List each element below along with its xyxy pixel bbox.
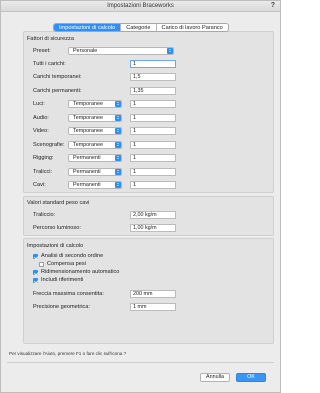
auto-resize-label: Ridimensionamento automatico [41, 269, 120, 275]
category-type-select[interactable]: Permanenti [68, 168, 122, 176]
title-bar: Impostazioni Braceworks ? [1, 1, 280, 12]
category-factor-field[interactable]: 1 [130, 154, 176, 162]
all-loads-field[interactable]: 1 [130, 60, 176, 68]
max-deflection-field[interactable]: 200 mm [130, 290, 176, 298]
category-type-select[interactable]: Temporanee [68, 127, 122, 135]
category-type-select[interactable]: Temporanee [68, 114, 122, 122]
tab-calc-settings[interactable]: Impostazioni di calcolo [54, 24, 122, 31]
category-type-select[interactable]: Permanenti [68, 154, 122, 162]
category-type-value: Temporanee [73, 115, 103, 121]
divider [7, 362, 274, 363]
chevron-updown-icon [115, 115, 121, 121]
geometric-precision-label: Precisione geometrica: [33, 304, 90, 310]
category-label: Luci: [33, 101, 45, 107]
settings-dialog: Impostazioni Braceworks ? Impostazioni d… [0, 0, 281, 393]
all-loads-label: Tutti i carichi: [33, 61, 66, 67]
category-type-select[interactable]: Temporanee [68, 141, 122, 149]
geometric-precision-field[interactable]: 1 mm [130, 303, 176, 311]
chevron-updown-icon [115, 142, 121, 148]
category-factor-field[interactable]: 1 [130, 181, 176, 189]
category-factor-field[interactable]: 1 [130, 100, 176, 108]
category-factor-field[interactable]: 1 [130, 168, 176, 176]
category-type-value: Temporanee [73, 101, 103, 107]
category-type-value: Permanenti [73, 155, 101, 161]
truss-weight-label: Traliccio: [33, 212, 56, 218]
cable-weights-title: Valori standard peso cavi [27, 200, 90, 206]
preset-label: Preset: [33, 48, 51, 54]
safety-factors-title: Fattori di sicurezza [27, 36, 74, 42]
cancel-button[interactable]: Annulla [200, 373, 230, 382]
safety-factors-group: Fattori di sicurezza Preset: Personale T… [23, 31, 274, 193]
chevron-updown-icon [115, 182, 121, 188]
include-references-label: Includi riferimenti [41, 277, 84, 283]
window-title: Impostazioni Braceworks [107, 3, 174, 9]
compensate-weights-checkbox[interactable] [39, 262, 44, 267]
category-factor-field[interactable]: 1 [130, 114, 176, 122]
preset-select[interactable]: Personale [68, 47, 174, 55]
category-type-select[interactable]: Permanenti [68, 181, 122, 189]
chevron-updown-icon [115, 155, 121, 161]
cable-weights-group: Valori standard peso cavi Traliccio: 2,0… [23, 196, 274, 236]
tab-categories[interactable]: Categorie [121, 24, 157, 31]
category-label: Cavi: [33, 182, 46, 188]
category-type-select[interactable]: Temporanee [68, 100, 122, 108]
category-type-value: Permanenti [73, 169, 101, 175]
category-type-value: Temporanee [73, 142, 103, 148]
category-type-value: Temporanee [73, 128, 103, 134]
tab-hoist-workload[interactable]: Carico di lavoro Paranco [157, 24, 228, 31]
second-order-label: Analisi di secondo ordine [41, 253, 104, 259]
category-type-value: Permanenti [73, 182, 101, 188]
temporary-loads-label: Carichi temporanei: [33, 74, 82, 80]
permanent-loads-label: Carichi permanenti: [33, 88, 82, 94]
category-label: Video: [33, 128, 49, 134]
tab-bar: Impostazioni di calcolo Categorie Carico… [53, 23, 229, 32]
preset-value: Personale [73, 48, 98, 54]
category-label: Audio: [33, 115, 49, 121]
calc-settings-group: Impostazioni di calcolo Analisi di secon… [23, 238, 274, 344]
category-label: Tralicci: [33, 169, 53, 175]
chevron-updown-icon [167, 48, 173, 54]
auto-resize-checkbox[interactable] [33, 270, 38, 275]
chevron-updown-icon [115, 169, 121, 175]
temporary-loads-field[interactable]: 1,5 [130, 73, 176, 81]
light-path-weight-field[interactable]: 1,00 kg/m [130, 224, 176, 232]
calc-settings-title: Impostazioni di calcolo [27, 243, 84, 249]
include-references-checkbox[interactable] [33, 278, 38, 283]
compensate-weights-label: Compensa pesi [47, 261, 86, 267]
second-order-checkbox[interactable] [33, 254, 38, 259]
chevron-updown-icon [115, 128, 121, 134]
truss-weight-field[interactable]: 2,00 kg/m [130, 211, 176, 219]
category-label: Rigging: [33, 155, 54, 161]
permanent-loads-field[interactable]: 1,35 [130, 87, 176, 95]
light-path-weight-label: Percorso luminoso: [33, 225, 81, 231]
chevron-updown-icon [115, 101, 121, 107]
category-factor-field[interactable]: 1 [130, 127, 176, 135]
category-label: Scenografie: [33, 142, 65, 148]
max-deflection-label: Freccia massima consentita: [33, 291, 104, 297]
category-factor-field[interactable]: 1 [130, 141, 176, 149]
ok-button[interactable]: OK [236, 373, 266, 382]
help-icon[interactable]: ? [271, 2, 275, 9]
help-hint-text: Per visualizzare l'Aiuto, premere F1 o f… [9, 351, 127, 356]
